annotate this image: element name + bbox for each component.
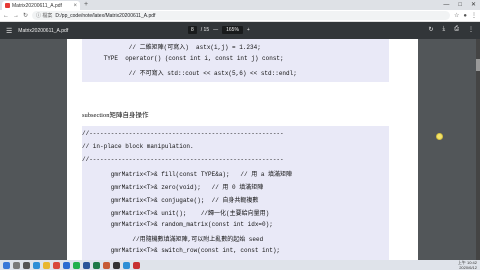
pdf-viewer[interactable]: // 二維矩陣(可寫入) astx(i,j) = 1.234; TYPE ope… — [0, 39, 480, 260]
code-line: gmrMatrix<T>& fill(const TYPE&a); // 用 a… — [82, 171, 293, 178]
pdf-filename: Matrix20200611_A.pdf — [18, 27, 69, 34]
taskbar-taskview-icon[interactable] — [23, 261, 30, 269]
profile-icon[interactable]: ● — [463, 13, 467, 19]
code-line: gmrMatrix<T>& unit(); //歸一化(主要給向量用) — [82, 210, 270, 217]
code-line: // 二維矩陣(可寫入) astx(i,j) = 1.234; — [82, 44, 261, 51]
subsection-heading: subsection矩陣自身操作 — [82, 112, 149, 119]
pdf-page: // 二維矩陣(可寫入) astx(i,j) = 1.234; TYPE ope… — [67, 39, 443, 260]
page-total: / 15 — [200, 27, 210, 33]
browser-tab-bar: Matrix20200611_A.pdf × + — □ ✕ — [0, 0, 480, 10]
taskbar-start-icon[interactable] — [3, 261, 10, 269]
taskbar-store-icon[interactable] — [63, 261, 70, 269]
pdf-icon — [5, 3, 10, 8]
code-block: //--------------------------------------… — [82, 126, 389, 260]
code-line: gmrMatrix<T>& conjugate(); // 自身共軛複數 — [82, 197, 259, 204]
back-icon[interactable]: ← — [3, 13, 9, 19]
scrollbar[interactable] — [476, 39, 480, 260]
code-line: //--------------------------------------… — [82, 130, 284, 137]
reload-icon[interactable]: ↻ — [23, 12, 28, 19]
tab-title: Matrix20200611_A.pdf — [12, 2, 62, 9]
pdf-toolbar: ☰ Matrix20200611_A.pdf 8 / 15 — 165% + ↻… — [0, 22, 480, 39]
code-line: //--------------------------------------… — [82, 156, 284, 163]
code-line: gmrMatrix<T>& switch_row(const int, cons… — [82, 247, 281, 254]
code-line: TYPE operator() (const int i, const int … — [82, 55, 284, 62]
taskbar-pdf-icon[interactable] — [133, 261, 140, 269]
close-window-button[interactable]: ✕ — [471, 0, 476, 10]
taskbar-chrome-icon[interactable] — [53, 261, 60, 269]
browser-tab[interactable]: Matrix20200611_A.pdf × — [2, 1, 80, 10]
taskbar-word-icon[interactable] — [83, 261, 90, 269]
taskbar-explorer-icon[interactable] — [43, 261, 50, 269]
code-line: //用隨機數填滿矩陣,可以附上亂數的起始 seed — [82, 236, 264, 243]
taskbar-search-icon[interactable] — [13, 261, 20, 269]
taskbar-apps — [3, 261, 140, 269]
star-icon[interactable]: ☆ — [454, 12, 459, 19]
new-tab-button[interactable]: + — [84, 1, 88, 9]
taskbar-line-icon[interactable] — [73, 261, 80, 269]
menu-icon[interactable]: ☰ — [6, 27, 12, 35]
clock-date: 2020/6/12 — [459, 265, 477, 270]
pdf-page-zoom-controls: 8 / 15 — 165% + — [188, 26, 250, 34]
rotate-icon[interactable]: ↻ — [429, 26, 434, 33]
zoom-in-button[interactable]: + — [247, 27, 250, 33]
code-block: // 二維矩陣(可寫入) astx(i,j) = 1.234; TYPE ope… — [82, 39, 389, 82]
taskbar-excel-icon[interactable] — [93, 261, 100, 269]
close-tab-icon[interactable]: × — [73, 3, 77, 9]
zoom-out-button[interactable]: — — [213, 27, 218, 33]
more-actions-icon[interactable]: ⋮ — [468, 26, 474, 33]
code-line: // 不可寫入 std::cout << astx(5,6) << std::e… — [82, 70, 297, 77]
window-controls: — □ ✕ — [443, 0, 476, 10]
site-info[interactable]: ⓘ 檔案 — [36, 12, 52, 19]
system-clock[interactable]: 上午 10:42 2020/6/12 — [458, 260, 477, 270]
taskbar: 上午 10:42 2020/6/12 — [0, 260, 480, 270]
taskbar-vscode-icon[interactable] — [123, 261, 130, 269]
code-line: gmrMatrix<T>& zero(void); // 用 0 填滿矩陣 — [82, 184, 264, 191]
address-bar: ← → ↻ ⓘ 檔案 D:/pp_code/note/latex/Matrix2… — [0, 10, 480, 22]
print-icon[interactable]: ⎙ — [454, 26, 459, 33]
page-number-input[interactable]: 8 — [188, 26, 197, 34]
taskbar-terminal-icon[interactable] — [113, 261, 120, 269]
pdf-actions: ↻ ⤓ ⎙ ⋮ — [429, 26, 475, 33]
download-icon[interactable]: ⤓ — [443, 26, 446, 33]
zoom-level-input[interactable]: 165% — [222, 26, 243, 34]
scrollbar-thumb[interactable] — [476, 59, 480, 71]
forward-icon[interactable]: → — [13, 13, 19, 19]
mouse-cursor-highlight — [436, 133, 443, 140]
maximize-button[interactable]: □ — [458, 0, 462, 10]
taskbar-edge-icon[interactable] — [33, 261, 40, 269]
taskbar-ppt-icon[interactable] — [103, 261, 110, 269]
code-line: gmrMatrix<T>& random_matrix(const int id… — [82, 221, 273, 228]
url-field[interactable]: ⓘ 檔案 D:/pp_code/note/latex/Matrix2020061… — [32, 11, 450, 20]
url-text: D:/pp_code/note/latex/Matrix20200611_A.p… — [55, 12, 156, 19]
code-line: // in-place block manipulation. — [82, 143, 194, 150]
browser-menu-icon[interactable]: ⋮ — [471, 12, 477, 19]
minimize-button[interactable]: — — [443, 0, 449, 10]
